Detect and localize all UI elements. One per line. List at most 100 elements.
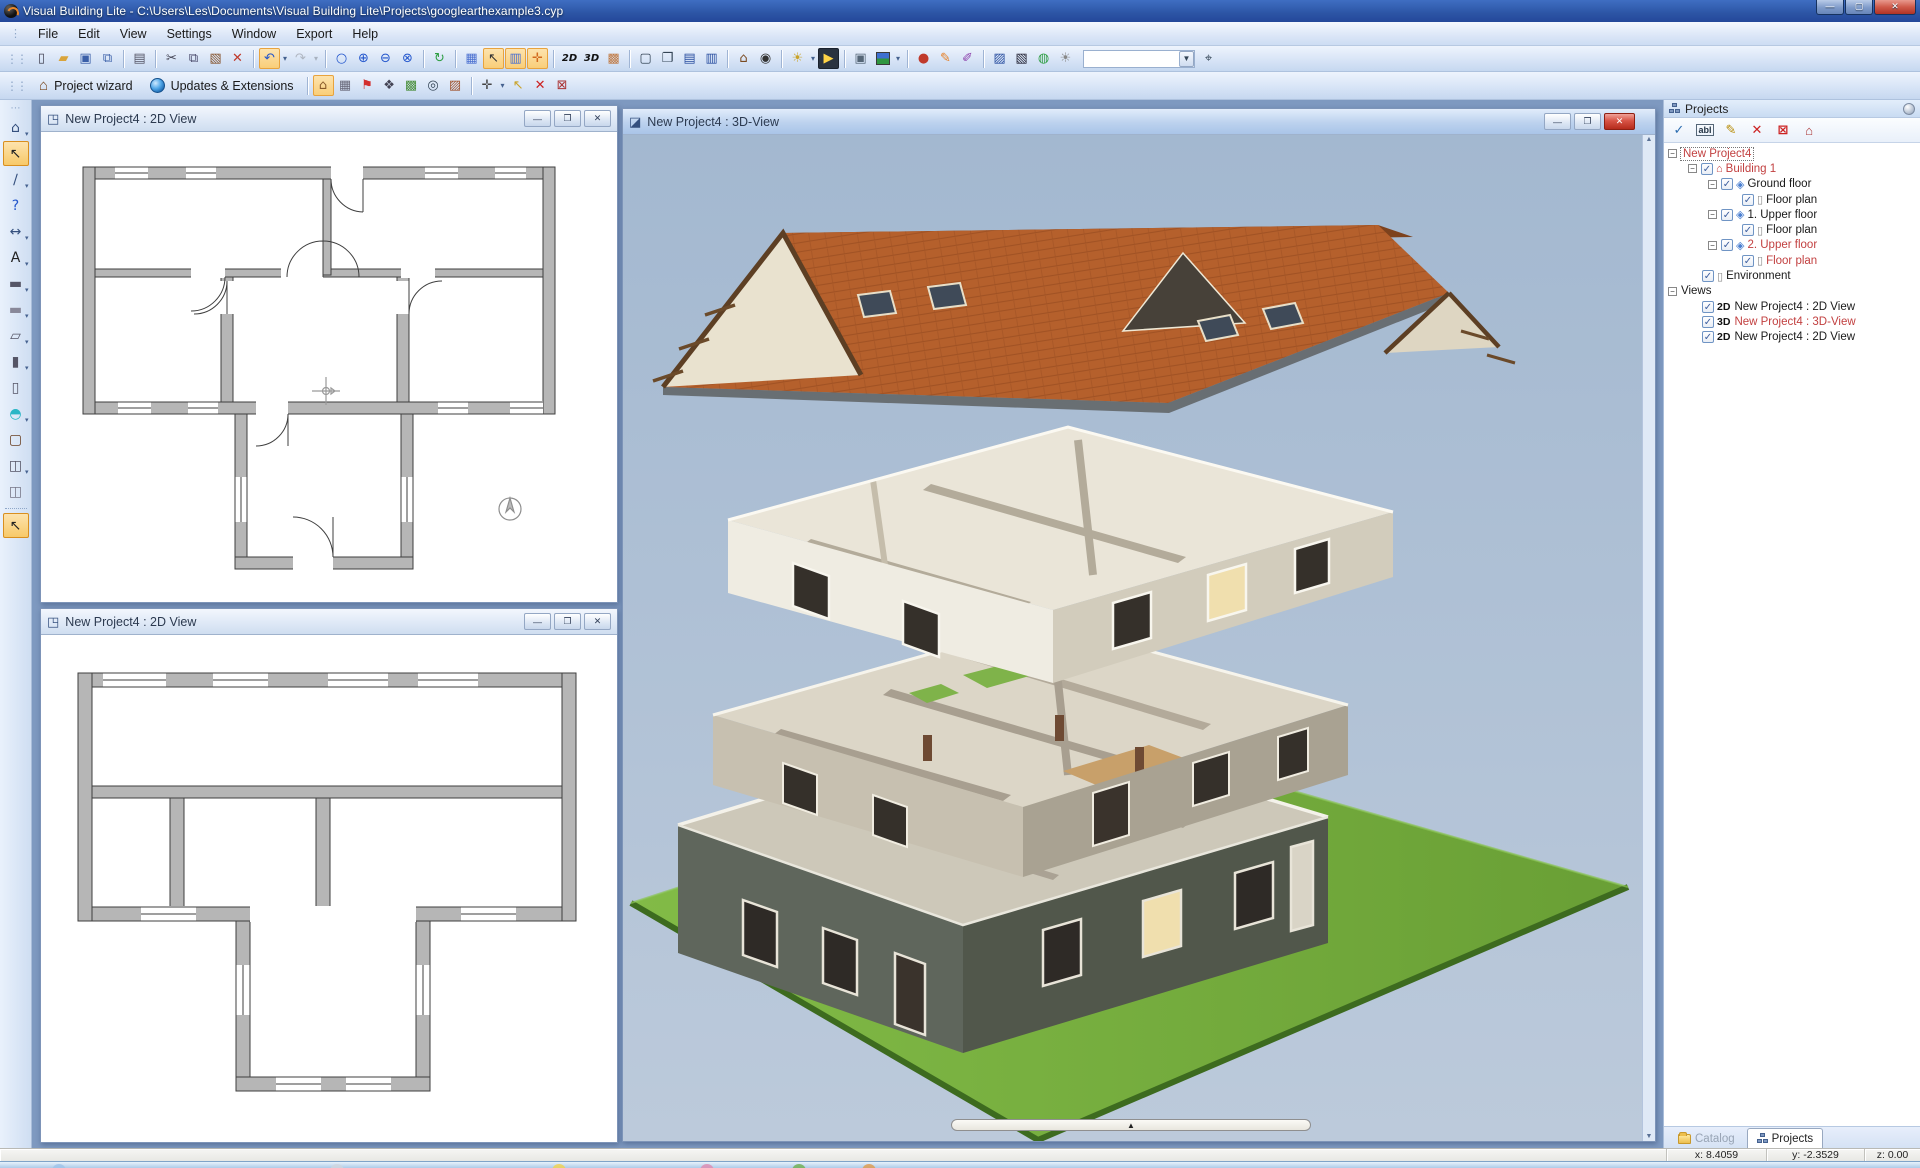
tab-projects[interactable]: Projects <box>1746 1128 1824 1148</box>
save-icon[interactable]: ▣ <box>75 48 96 69</box>
landscape-icon[interactable]: ▩ <box>401 75 422 96</box>
tree-checkbox[interactable]: ✓ <box>1742 193 1754 206</box>
open-project-icon[interactable]: ▰ <box>53 48 74 69</box>
tree-checkbox[interactable]: ✓ <box>1701 162 1713 175</box>
close-button[interactable]: ✕ <box>584 613 611 630</box>
delete-mode-icon[interactable]: ✕ <box>530 75 551 96</box>
window2-tool-icon[interactable]: ◫ <box>3 479 29 504</box>
tree-checkbox[interactable]: ✓ <box>1702 270 1714 283</box>
launcher-project-wizard[interactable]: ⌂ Project wizard <box>31 75 141 96</box>
window-tool-icon[interactable]: ◫ <box>3 453 29 478</box>
projects-panel-header[interactable]: Projects <box>1664 100 1920 118</box>
restore-button[interactable]: ❐ <box>554 613 581 630</box>
menu-window[interactable]: Window <box>223 24 285 44</box>
viewports-icon[interactable]: ▩ <box>603 48 624 69</box>
minimize-button[interactable]: — <box>524 613 551 630</box>
snap-cross-icon[interactable]: ✛ <box>527 48 548 69</box>
tree-item[interactable]: − ✓ ◈ 1. Upper floor <box>1666 207 1920 222</box>
minimize-button[interactable]: — <box>524 110 551 127</box>
menu-view[interactable]: View <box>111 24 156 44</box>
chevron-down-icon[interactable]: ▼ <box>1179 50 1194 67</box>
paint-brush-icon[interactable]: ✎ <box>935 48 956 69</box>
plan-window-bottom-titlebar[interactable]: ◳ New Project4 : 2D View — ❐ ✕ <box>41 609 617 635</box>
wall-edit-tool-icon[interactable]: ▬ <box>3 297 29 322</box>
tree-item[interactable]: ✓ 2D New Project4 : 2D View <box>1666 330 1920 345</box>
tree-expander-icon[interactable]: − <box>1668 286 1677 296</box>
tree-item[interactable]: − ✓ ◈ Ground floor <box>1666 177 1920 192</box>
tree-expander-icon[interactable]: − <box>1708 210 1717 220</box>
tree-checkbox[interactable]: ✓ <box>1721 239 1733 252</box>
sketchup-flag-icon[interactable]: ⚑ <box>357 75 378 96</box>
tree-expander-icon[interactable]: − <box>1708 240 1717 250</box>
tree-checkbox[interactable]: ✓ <box>1721 208 1733 221</box>
delete-icon[interactable]: ✕ <box>227 48 248 69</box>
tree-item[interactable]: − New Project4 <box>1666 146 1920 161</box>
spotlight-icon[interactable]: ▶ <box>818 48 839 69</box>
cascade-windows-icon[interactable]: ❐ <box>657 48 678 69</box>
construction-grid-icon[interactable]: ▦ <box>335 75 356 96</box>
tree-item[interactable]: ✓ ▯ Floor plan <box>1666 253 1920 268</box>
door-tool-icon[interactable]: ▢ <box>3 427 29 452</box>
measure-icon[interactable]: ▨ <box>989 48 1010 69</box>
daylight-icon[interactable]: ☀ <box>1055 48 1076 69</box>
roof-tool-icon[interactable]: ◓ <box>3 401 28 426</box>
tree-item[interactable]: ✓ 3D New Project4 : 3D-View <box>1666 314 1920 329</box>
titlebar[interactable]: Visual Building Lite - C:\Users\Les\Docu… <box>0 0 1920 22</box>
preview-page-icon[interactable]: ◎ <box>423 75 444 96</box>
delete-item-icon[interactable]: ✕ <box>1746 120 1768 140</box>
undo-icon[interactable]: ↶ <box>259 48 287 69</box>
tree-item[interactable]: ✓ 2D New Project4 : 2D View <box>1666 299 1920 314</box>
grid-icon[interactable]: ▦ <box>461 48 482 69</box>
redo-icon[interactable]: ↷ <box>290 48 318 69</box>
tree-checkbox[interactable]: ✓ <box>1702 300 1714 313</box>
cut-icon[interactable]: ✂ <box>161 48 182 69</box>
light-settings-icon[interactable]: ☀ <box>787 48 815 69</box>
zoom-out-icon[interactable]: ⊖ <box>375 48 396 69</box>
zoom-in-icon[interactable]: ⊕ <box>353 48 374 69</box>
select2-tool-icon[interactable]: ↖ <box>2 513 29 538</box>
tree-item[interactable]: − ✓ ⌂ Building 1 <box>1666 161 1920 176</box>
launcher-updates-extensions[interactable]: Updates & Extensions <box>142 76 302 95</box>
search-combobox[interactable]: ▼ <box>1083 49 1195 68</box>
close-button[interactable]: ✕ <box>1874 0 1916 15</box>
rename-icon[interactable]: ✎ <box>1720 120 1742 140</box>
minimize-button[interactable]: — <box>1816 0 1844 15</box>
column-tool-icon[interactable]: ▮ <box>3 349 29 374</box>
menu-file[interactable]: File <box>29 24 67 44</box>
find-binoculars-icon[interactable]: ⌖ <box>1198 48 1219 69</box>
quick-select-icon[interactable]: ↖ <box>508 75 529 96</box>
picture-icon[interactable]: ▨ <box>445 75 466 96</box>
new-2d-view-icon[interactable]: 2D <box>559 48 580 69</box>
panel-pin-icon[interactable] <box>1903 102 1915 115</box>
line-tool-icon[interactable]: ∕ <box>3 167 28 192</box>
new-3d-view-icon[interactable]: 3D <box>581 48 602 69</box>
new-file-icon[interactable]: ▯ <box>31 48 52 69</box>
export-image-icon[interactable]: ▣ <box>850 48 871 69</box>
menu-help[interactable]: Help <box>343 24 387 44</box>
close-button[interactable]: ✕ <box>1604 113 1635 130</box>
assign-building-icon[interactable]: ⌂ <box>1798 120 1820 140</box>
refresh-view-icon[interactable]: ↻ <box>429 48 450 69</box>
tree-item[interactable]: − ✓ ◈ 2. Upper floor <box>1666 238 1920 253</box>
view3d-bottom-slider[interactable]: ▲ <box>951 1119 1311 1131</box>
save-all-icon[interactable]: ⧉ <box>97 48 118 69</box>
tile-horizontal-icon[interactable]: ▤ <box>679 48 700 69</box>
object-3d-icon[interactable]: ❖ <box>379 75 400 96</box>
measure-edit-icon[interactable]: ▧ <box>1011 48 1032 69</box>
material-sphere-icon[interactable]: ● <box>913 48 934 69</box>
close-view-icon[interactable]: ⊠ <box>1772 120 1794 140</box>
tree-item[interactable]: − Views <box>1666 284 1920 299</box>
tree-item[interactable]: ✓ ▯ Floor plan <box>1666 192 1920 207</box>
new-window-icon[interactable]: ▢ <box>635 48 656 69</box>
scroll-up-icon[interactable]: ▲ <box>1646 136 1653 143</box>
minimize-button[interactable]: — <box>1544 113 1571 130</box>
google-earth-icon[interactable]: ◍ <box>1033 48 1054 69</box>
guides-icon[interactable]: ▥ <box>505 48 526 69</box>
tree-item[interactable]: ✓ ▯ Floor plan <box>1666 222 1920 237</box>
label-edit-icon[interactable]: abl <box>1694 120 1716 140</box>
tree-checkbox[interactable]: ✓ <box>1742 224 1754 237</box>
copy-icon[interactable]: ⧉ <box>183 48 204 69</box>
zoom-region-icon[interactable]: ○ <box>331 48 352 69</box>
measure-query-icon[interactable]: ? <box>3 193 29 218</box>
color-syringe-icon[interactable]: ✐ <box>957 48 978 69</box>
